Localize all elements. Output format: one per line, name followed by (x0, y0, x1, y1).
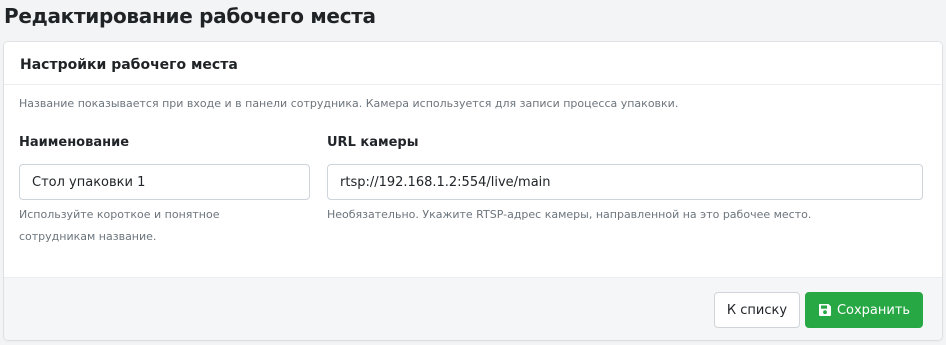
card-footer: К списку Сохранить (4, 277, 942, 340)
back-to-list-label: К списку (726, 302, 788, 318)
save-button[interactable]: Сохранить (805, 292, 923, 328)
floppy-disk-icon (818, 303, 832, 317)
camera-url-hint: Необязательно. Укажите RTSP-адрес камеры… (327, 208, 812, 221)
name-label: Наименование (19, 135, 130, 150)
settings-card: Настройки рабочего места Название показы… (4, 42, 942, 340)
page-title: Редактирование рабочего места (4, 4, 376, 28)
name-input[interactable] (19, 164, 310, 200)
card-description: Название показывается при входе и в пане… (19, 97, 679, 110)
name-hint-line-1: Используйте короткое и понятное (19, 208, 220, 221)
name-hint-line-2: сотрудникам название. (19, 230, 157, 243)
card-header: Настройки рабочего места (20, 57, 238, 73)
card-header-divider (4, 84, 942, 85)
camera-url-label: URL камеры (327, 135, 419, 150)
camera-url-input[interactable] (327, 164, 923, 200)
save-button-label: Сохранить (836, 302, 911, 318)
back-to-list-button[interactable]: К списку (714, 292, 800, 328)
